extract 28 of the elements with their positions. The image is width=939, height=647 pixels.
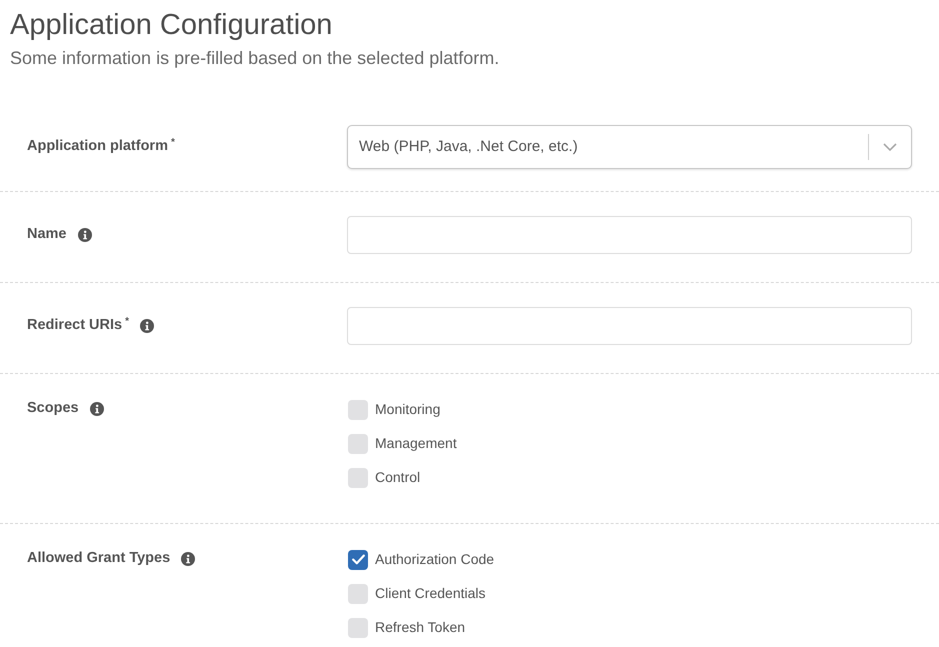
field-label: Scopes (27, 399, 79, 418)
field-label: Redirect URIs$^{*}$ (27, 315, 129, 336)
checkbox[interactable] (348, 468, 368, 488)
checkbox-label[interactable]: Monitoring (375, 399, 440, 420)
info-icon[interactable] (140, 319, 154, 333)
info-icon[interactable] (181, 552, 196, 566)
checkbox-label[interactable]: Refresh Token (375, 617, 466, 638)
checkbox-label[interactable]: Management (375, 433, 457, 454)
chevron-down-icon[interactable] (883, 143, 897, 151)
field-label: Application platform$^{*}$ (27, 136, 175, 156)
checkmark-icon (352, 554, 364, 565)
field-label: Allowed Grant Types (27, 549, 170, 568)
platform-select[interactable]: Web (PHP, Java, .Net Core, etc.) (347, 125, 912, 169)
checkbox[interactable] (348, 400, 368, 420)
text-field[interactable] (347, 307, 912, 345)
info-icon[interactable] (90, 402, 104, 416)
page-subtitle: Some information is pre-filled based on the selected platform. (10, 47, 500, 69)
text-field[interactable] (347, 216, 912, 254)
checkbox[interactable] (348, 550, 368, 570)
checkbox-label[interactable]: Client Credentials (375, 583, 486, 604)
page-title: Application Configuration (10, 8, 332, 43)
checkbox-label[interactable]: Control (375, 467, 420, 488)
checkbox[interactable] (348, 618, 368, 638)
info-icon[interactable] (78, 228, 92, 242)
checkbox[interactable] (348, 434, 368, 454)
checkbox[interactable] (348, 584, 368, 604)
field-label: Name (27, 225, 66, 244)
checkbox-label[interactable]: Authorization Code (375, 549, 494, 570)
